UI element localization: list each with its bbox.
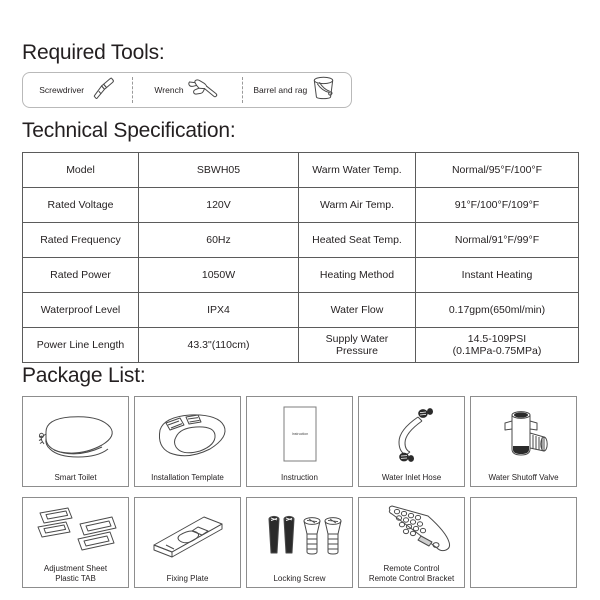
wrench-icon bbox=[186, 75, 220, 106]
package-item: Remote Control Remote Control Bracket bbox=[358, 497, 465, 588]
tool-item-screwdriver: Screwdriver bbox=[23, 73, 132, 107]
spec-value-cell: Instant Heating bbox=[415, 257, 579, 293]
tool-item-wrench: Wrench bbox=[132, 73, 241, 107]
package-item: Locking Screw bbox=[246, 497, 353, 588]
adjustment-sheet-plastic-tab-icon bbox=[23, 498, 128, 564]
technical-specification-section: Technical Specification: Model SBWH05 Warm… bbox=[22, 119, 579, 363]
water-shutoff-valve-icon bbox=[471, 397, 576, 473]
spec-value-cell: 120V bbox=[138, 187, 299, 223]
spec-table-row: Power Line Length 43.3"(110cm) Supply Wate… bbox=[22, 327, 579, 363]
spec-value-cell: SBWH05 bbox=[138, 152, 299, 188]
spec-value-cell: 14.5-109PSI (0.1MPa-0.75MPa) bbox=[415, 327, 579, 363]
required-tools-box: Screwdriver Wrench Barrel and rag bbox=[22, 72, 352, 108]
package-list-section: Package List: Smart Toilet Installation … bbox=[22, 365, 578, 588]
fixing-plate-icon bbox=[135, 498, 240, 574]
remote-control-icon bbox=[359, 498, 464, 564]
required-tools-section: Required Tools: Screwdriver Wrench Barre… bbox=[22, 42, 578, 108]
spec-label-cell: Waterproof Level bbox=[22, 292, 139, 328]
package-item-label: Water Inlet Hose bbox=[381, 473, 442, 482]
package-item bbox=[470, 497, 577, 588]
spec-value-cell: 60Hz bbox=[138, 222, 299, 258]
spec-value-cell: 1050W bbox=[138, 257, 299, 293]
instruction-booklet-icon: Instruction bbox=[247, 397, 352, 473]
package-list-heading: Package List: bbox=[22, 364, 146, 387]
spec-value-cell: 43.3"(110cm) bbox=[138, 327, 299, 363]
technical-specification-heading: Technical Specification: bbox=[22, 119, 236, 142]
spec-value-cell: IPX4 bbox=[138, 292, 299, 328]
spec-table-row: Rated Frequency 60Hz Heated Seat Temp. Norm… bbox=[22, 222, 579, 258]
package-item-label: Installation Template bbox=[151, 473, 224, 482]
tool-label: Screwdriver bbox=[39, 85, 85, 95]
empty-cell bbox=[471, 498, 576, 584]
spec-table-row: Waterproof Level IPX4 Water Flow 0.17gpm(65… bbox=[22, 292, 579, 328]
package-item: Smart Toilet bbox=[22, 396, 129, 487]
spec-label-cell: Rated Voltage bbox=[22, 187, 139, 223]
water-inlet-hose-icon bbox=[359, 397, 464, 473]
spec-label-cell: Rated Frequency bbox=[22, 222, 139, 258]
spec-value-cell: 0.17gpm(650ml/min) bbox=[415, 292, 579, 328]
package-list-grid: Smart Toilet Installation Template Instr… bbox=[22, 396, 578, 588]
package-item: Instruction Instruction bbox=[246, 396, 353, 487]
spec-label-cell: Rated Power bbox=[22, 257, 139, 293]
package-item-label: Smart Toilet bbox=[54, 473, 97, 482]
spec-label-cell: Power Line Length bbox=[22, 327, 139, 363]
smart-toilet-icon bbox=[23, 397, 128, 473]
tool-label: Barrel and rag bbox=[253, 85, 308, 95]
spec-value-cell: Normal/91°F/99°F bbox=[415, 222, 579, 258]
barrel-and-rag-icon bbox=[309, 74, 339, 107]
spec-table-row: Rated Power 1050W Heating Method Instant He… bbox=[22, 257, 579, 293]
spec-label-cell: Water Flow bbox=[298, 292, 416, 328]
spec-table-body: Model SBWH05 Warm Water Temp. Normal/95°F/1… bbox=[22, 152, 579, 363]
package-item-label: Water Shutoff Valve bbox=[488, 473, 559, 482]
package-item-label: Remote Control Remote Control Bracket bbox=[368, 564, 455, 583]
spec-label-cell: Model bbox=[22, 152, 139, 188]
spec-table-row: Model SBWH05 Warm Water Temp. Normal/95°F/1… bbox=[22, 152, 579, 188]
package-item: Adjustment Sheet Plastic TAB bbox=[22, 497, 129, 588]
spec-value-cell: Normal/95°F/100°F bbox=[415, 152, 579, 188]
package-item-label: Adjustment Sheet Plastic TAB bbox=[43, 564, 108, 583]
required-tools-heading: Required Tools: bbox=[22, 41, 165, 64]
spec-label-cell: Heated Seat Temp. bbox=[298, 222, 416, 258]
package-item-label: Locking Screw bbox=[273, 574, 326, 583]
screwdriver-icon bbox=[86, 75, 116, 106]
tool-item-barrel-and-rag: Barrel and rag bbox=[241, 73, 351, 107]
spec-label-cell: Warm Water Temp. bbox=[298, 152, 416, 188]
package-item: Installation Template bbox=[134, 396, 241, 487]
locking-screw-icon bbox=[247, 498, 352, 574]
technical-specification-table: Model SBWH05 Warm Water Temp. Normal/95°F/1… bbox=[22, 152, 579, 363]
tool-label: Wrench bbox=[154, 85, 184, 95]
package-item: Fixing Plate bbox=[134, 497, 241, 588]
package-item-label: Instruction bbox=[281, 473, 318, 482]
spec-label-cell: Heating Method bbox=[298, 257, 416, 293]
spec-value-cell: 91°F/100°F/109°F bbox=[415, 187, 579, 223]
spec-label-cell: Supply Water Pressure bbox=[298, 327, 416, 363]
spec-label-cell: Warm Air Temp. bbox=[298, 187, 416, 223]
package-item: Water Shutoff Valve bbox=[470, 396, 577, 487]
spec-table-row: Rated Voltage 120V Warm Air Temp. 91°F/100°… bbox=[22, 187, 579, 223]
svg-text:Instruction: Instruction bbox=[291, 432, 308, 436]
installation-template-icon bbox=[135, 397, 240, 473]
package-item: Water Inlet Hose bbox=[358, 396, 465, 487]
package-item-label: Fixing Plate bbox=[166, 574, 209, 583]
